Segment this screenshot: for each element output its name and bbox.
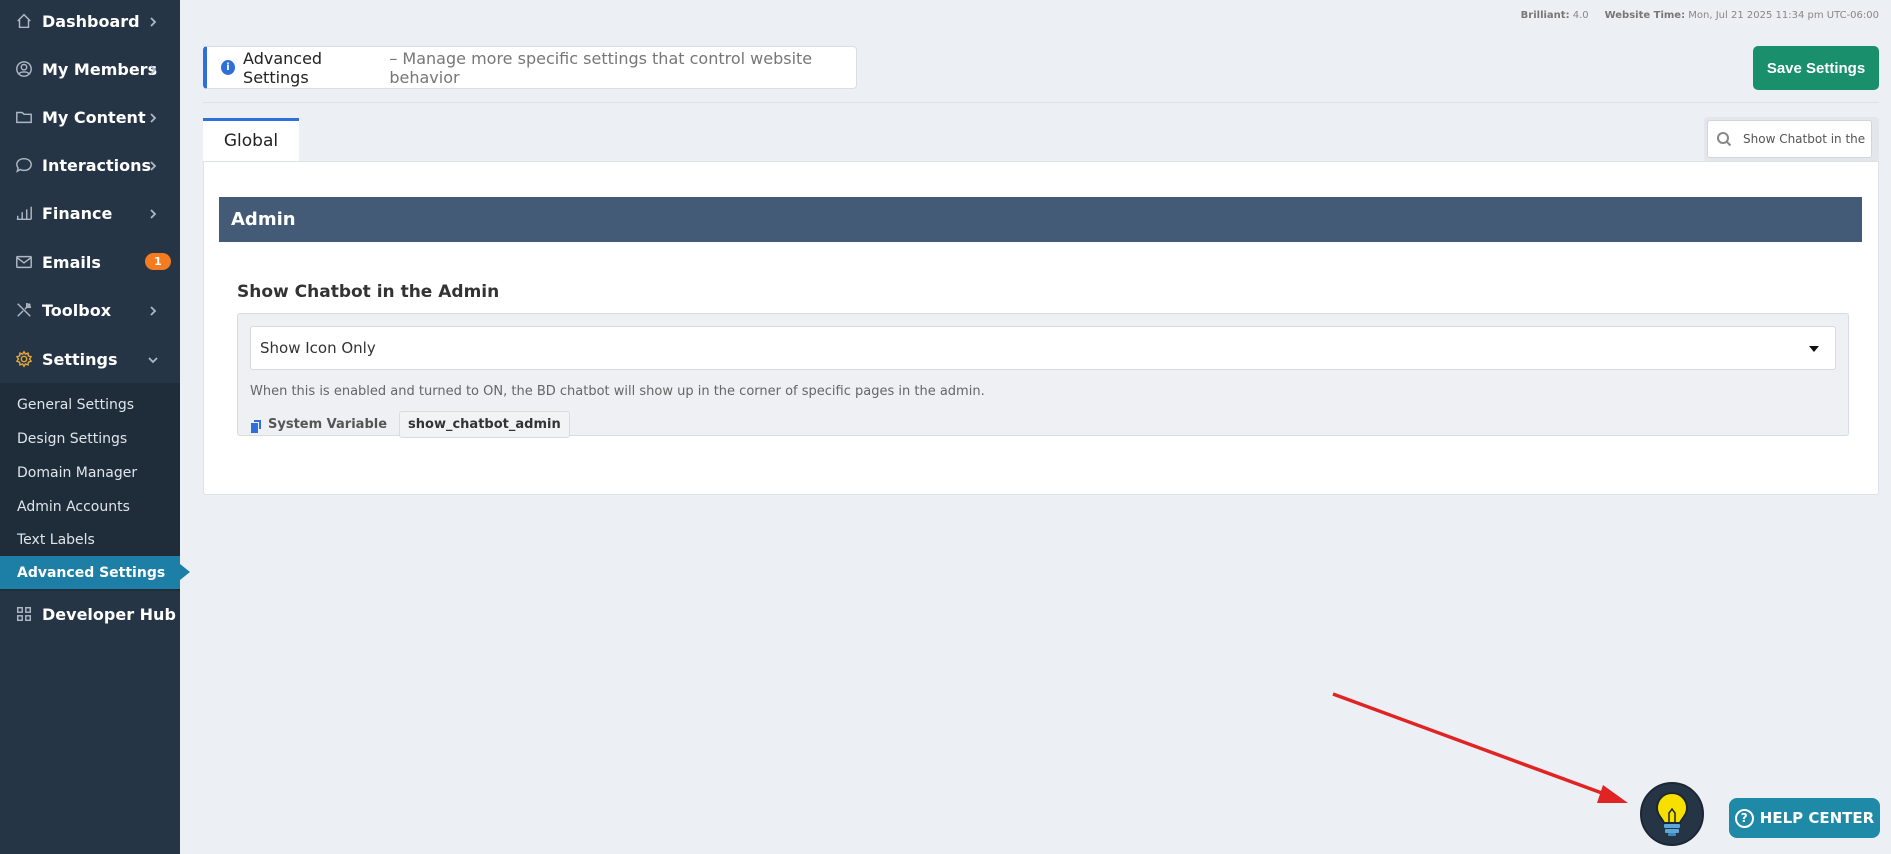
- search-icon: [1717, 132, 1732, 147]
- chevron-right-icon: [146, 158, 160, 172]
- system-variable-label: System Variable: [268, 417, 388, 432]
- caret-down-icon: [1809, 346, 1819, 352]
- divider: [203, 102, 1879, 103]
- search-input[interactable]: [1743, 132, 1873, 146]
- info-icon: i: [221, 60, 236, 75]
- settings-panel: Admin Show Chatbot in the Admin Show Ico…: [203, 161, 1879, 495]
- sidebar-item-settings[interactable]: Settings: [0, 335, 180, 383]
- folder-icon: [14, 107, 34, 127]
- page-header-card: i Advanced Settings – Manage more specif…: [203, 46, 857, 89]
- user-circle-icon: [14, 59, 34, 79]
- sidebar-item-my-content[interactable]: My Content: [0, 93, 180, 141]
- submenu-item-admin-accounts[interactable]: Admin Accounts: [0, 490, 180, 523]
- sidebar-item-label: Settings: [42, 349, 118, 369]
- chevron-right-icon: [146, 206, 160, 220]
- select-value: Show Icon Only: [260, 339, 376, 357]
- chevron-down-icon: [146, 352, 160, 366]
- submenu-item-general-settings[interactable]: General Settings: [0, 388, 180, 421]
- save-settings-button[interactable]: Save Settings: [1753, 46, 1879, 90]
- submenu-item-domain-manager[interactable]: Domain Manager: [0, 456, 180, 489]
- submenu-item-design-settings[interactable]: Design Settings: [0, 422, 180, 455]
- chevron-right-icon: [146, 62, 160, 76]
- home-icon: [14, 11, 34, 31]
- submenu-item-text-labels[interactable]: Text Labels: [0, 523, 180, 556]
- sidebar-item-dashboard[interactable]: Dashboard: [0, 0, 180, 45]
- help-center-label: HELP CENTER: [1759, 809, 1875, 827]
- version-label: Brilliant:: [1520, 10, 1570, 21]
- grid-icon: [14, 604, 34, 624]
- settings-submenu: General Settings Design Settings Domain …: [0, 383, 190, 591]
- system-variable: System Variable show_chatbot_admin: [250, 411, 570, 438]
- sidebar-item-finance[interactable]: Finance: [0, 189, 180, 237]
- question-icon: ?: [1734, 808, 1754, 828]
- sidebar-item-developer-hub[interactable]: Developer Hub: [0, 590, 180, 638]
- field-title: Show Chatbot in the Admin: [237, 282, 500, 302]
- gear-icon: [14, 349, 34, 369]
- sidebar: Dashboard My Members My Content Interact…: [0, 0, 190, 854]
- field-help-text: When this is enabled and turned to ON, t…: [250, 384, 985, 399]
- website-time-value: Mon, Jul 21 2025 11:34 pm UTC-06:00: [1688, 10, 1879, 21]
- settings-search: [1704, 117, 1879, 162]
- section-header-admin: Admin: [219, 197, 1862, 242]
- mail-icon: [14, 252, 34, 272]
- sidebar-item-label: Finance: [42, 203, 113, 223]
- lightbulb-icon: [1655, 791, 1689, 836]
- chevron-right-icon: [146, 303, 160, 317]
- chevron-right-icon: [146, 110, 160, 124]
- sidebar-item-label: My Content: [42, 107, 146, 127]
- chevron-right-icon: [146, 14, 160, 28]
- website-time-label: Website Time:: [1604, 10, 1686, 21]
- chatbot-display-select[interactable]: Show Icon Only: [250, 326, 1836, 370]
- page-title: Advanced Settings: [243, 48, 323, 87]
- sidebar-item-my-members[interactable]: My Members: [0, 45, 180, 93]
- version-value: 4.0: [1572, 10, 1589, 21]
- chatbot-button[interactable]: [1640, 782, 1704, 846]
- bar-chart-icon: [14, 203, 34, 223]
- help-center-button[interactable]: ? HELP CENTER: [1729, 798, 1880, 838]
- top-info-bar: Brilliant: 4.0 Website Time: Mon, Jul 21…: [1521, 10, 1879, 21]
- chat-icon: [14, 155, 34, 175]
- sidebar-item-toolbox[interactable]: Toolbox: [0, 286, 180, 334]
- sidebar-item-label: Developer Hub: [42, 604, 176, 624]
- field-container: Show Icon Only When this is enabled and …: [237, 313, 1849, 438]
- sidebar-item-interactions[interactable]: Interactions: [0, 141, 180, 189]
- copy-icon[interactable]: [250, 418, 263, 433]
- tab-global[interactable]: Global: [203, 118, 299, 161]
- email-count-badge: 1: [145, 253, 171, 270]
- tools-icon: [14, 300, 34, 320]
- submenu-item-advanced-settings[interactable]: Advanced Settings: [0, 556, 190, 589]
- sidebar-item-label: Dashboard: [42, 11, 140, 31]
- search-box: [1707, 120, 1873, 158]
- sidebar-item-label: Toolbox: [42, 300, 112, 320]
- sidebar-item-label: My Members: [42, 59, 158, 79]
- sidebar-item-label: Emails: [42, 252, 101, 272]
- page-subtitle: – Manage more specific settings that con…: [389, 48, 813, 87]
- system-variable-value: show_chatbot_admin: [399, 411, 570, 438]
- sidebar-item-emails[interactable]: Emails 1: [0, 238, 180, 286]
- sidebar-item-label: Interactions: [42, 155, 152, 175]
